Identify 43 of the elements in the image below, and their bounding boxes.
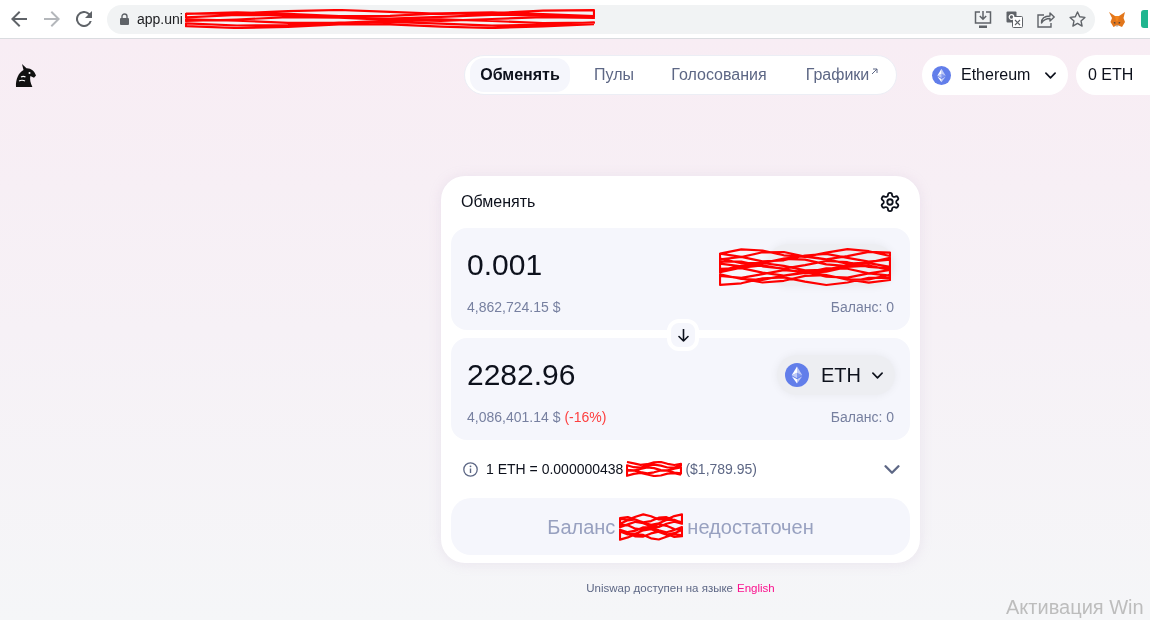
back-icon[interactable] — [11, 11, 27, 27]
swap-direction-button[interactable] — [667, 319, 699, 351]
amount-input[interactable]: 0.001 — [467, 250, 543, 280]
os-activation-notice: Активация Win — [1006, 597, 1144, 617]
network-name: Ethereum — [961, 65, 1031, 85]
network-selector[interactable]: Ethereum — [922, 55, 1068, 95]
star-icon[interactable] — [1069, 10, 1086, 28]
share-icon[interactable] — [1037, 10, 1055, 28]
price-impact: (-16%) — [564, 407, 607, 427]
chevron-down-icon[interactable] — [1045, 71, 1056, 79]
balance-text: Баланс: 0 — [830, 407, 894, 427]
card-title: Обменять — [461, 192, 536, 212]
nav-tab[interactable]: Графики — [792, 58, 892, 92]
install-icon[interactable] — [974, 10, 992, 28]
amount-input[interactable]: 2282.96 — [467, 360, 576, 390]
settings-icon[interactable] — [880, 192, 900, 212]
info-icon — [463, 461, 478, 477]
nav-tab[interactable]: Пулы — [582, 58, 646, 92]
token-symbol: ETH — [821, 363, 861, 388]
exchange-rate-text: ($1,789.95) — [685, 459, 757, 479]
chevron-down-icon[interactable] — [872, 371, 883, 379]
redaction-scribble — [626, 461, 683, 477]
address-bar[interactable]: app.uni — [107, 4, 1095, 34]
language-link[interactable]: English — [737, 580, 775, 598]
lock-icon — [120, 13, 129, 25]
usd-value: 4,086,401.14 $ — [467, 407, 561, 427]
wallet-balance-button[interactable]: 0 ETH — [1076, 55, 1150, 95]
url-text: app.uni — [137, 9, 183, 29]
nav-tab[interactable]: Обменять — [470, 58, 570, 92]
down-arrow-icon — [677, 328, 689, 342]
translate-icon[interactable] — [1006, 10, 1023, 28]
redaction-scribble — [619, 512, 684, 541]
token-selector[interactable]: ETH — [777, 355, 895, 395]
fox-extension-icon[interactable] — [1108, 10, 1126, 28]
usd-value: 4,862,724.15 $ — [467, 297, 561, 317]
language-notice: Uniswap доступен на языке — [586, 581, 733, 596]
reload-icon[interactable] — [76, 11, 92, 27]
balance-text: Баланс: 0 — [830, 297, 894, 317]
nav-tab[interactable]: Голосования — [658, 58, 780, 92]
ethereum-icon — [932, 65, 951, 85]
logo-icon[interactable] — [13, 62, 37, 88]
ethereum-icon — [785, 363, 809, 387]
exchange-rate-text: 1 ETH = 0.000000438 — [486, 459, 624, 479]
